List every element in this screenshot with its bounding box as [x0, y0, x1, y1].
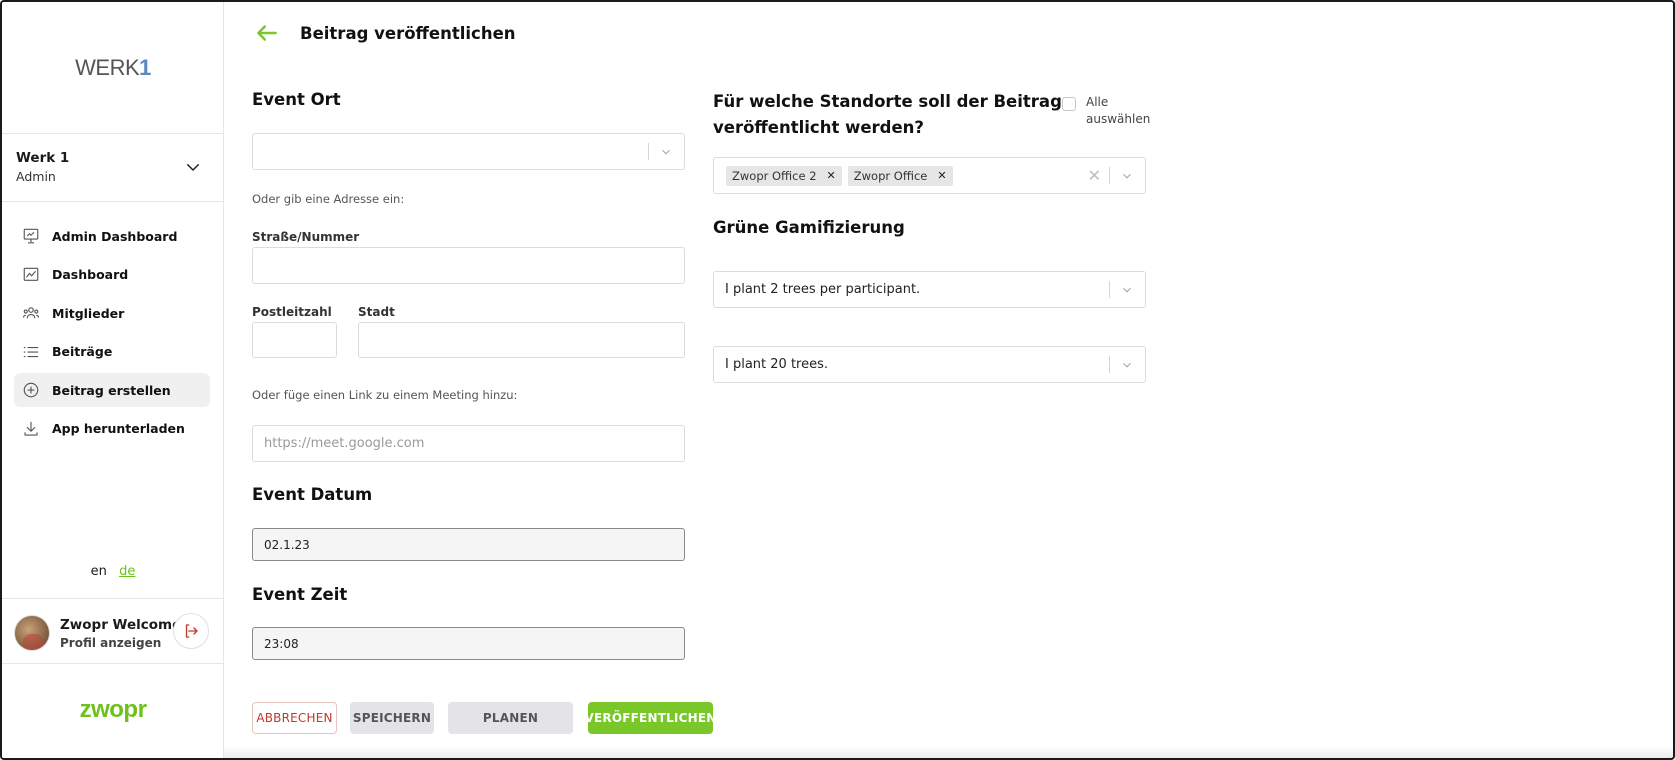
sidebar-item-label: Dashboard — [52, 267, 129, 282]
profile-name: Zwopr Welcome — [60, 617, 182, 633]
street-input[interactable] — [252, 247, 685, 284]
download-icon — [24, 421, 38, 436]
chip-zwopr-office-2: Zwopr Office 2 ✕ — [726, 165, 842, 186]
zip-label: Postleitzahl — [252, 305, 332, 319]
city-input[interactable] — [358, 322, 685, 358]
brand-logo[interactable]: WERK1 — [2, 2, 224, 134]
address-hint: Oder gib eine Adresse ein: — [252, 192, 405, 206]
event-time-input[interactable]: 23:08 — [252, 627, 685, 660]
zip-input[interactable] — [252, 322, 337, 358]
event-date-input[interactable]: 02.1.23 — [252, 528, 685, 561]
org-role: Admin — [16, 169, 56, 184]
app-window: WERK1 Werk 1 Admin Admin Dashboard Dashb… — [0, 0, 1675, 760]
bottom-shadow — [224, 746, 1673, 758]
plus-circle-icon — [23, 382, 39, 398]
chevron-down-icon — [1123, 173, 1131, 179]
org-switcher[interactable]: Werk 1 Admin — [2, 134, 224, 202]
gamification-title: Grüne Gamifizierung — [713, 218, 905, 237]
event-ort-title: Event Ort — [252, 90, 341, 109]
meeting-link-placeholder: https://meet.google.com — [264, 436, 425, 451]
arrow-left-icon[interactable] — [254, 20, 280, 46]
event-time-value: 23:08 — [264, 636, 299, 651]
sidebar-item-app-herunterladen[interactable]: App herunterladen — [14, 412, 210, 446]
list-icon — [23, 346, 39, 357]
logout-button[interactable] — [173, 613, 209, 649]
sidebar: WERK1 Werk 1 Admin Admin Dashboard Dashb… — [2, 2, 224, 758]
select-all-checkbox[interactable] — [1062, 97, 1076, 111]
brand-logo-accent: 1 — [139, 54, 151, 80]
chevron-down-icon — [1123, 362, 1131, 368]
publish-button[interactable]: VERÖFFENTLICHEN — [585, 702, 716, 734]
sidebar-item-beitrag-erstellen[interactable]: Beitrag erstellen — [14, 373, 210, 407]
brand-logo-text: WERK — [75, 54, 140, 80]
sidebar-item-dashboard[interactable]: Dashboard — [14, 258, 210, 292]
sidebar-item-label: App herunterladen — [52, 421, 185, 436]
sidebar-item-admin-dashboard[interactable]: Admin Dashboard — [14, 219, 210, 253]
select-all-label-line1: Alle — [1086, 95, 1109, 109]
chip-remove-icon[interactable]: ✕ — [937, 169, 946, 182]
page-header: Beitrag veröffentlichen — [254, 20, 516, 46]
standorte-multiselect[interactable]: Zwopr Office 2 ✕ Zwopr Office ✕ ✕ — [713, 157, 1146, 194]
sidebar-item-beitraege[interactable]: Beiträge — [14, 335, 210, 369]
lang-de-link[interactable]: de — [119, 564, 135, 579]
select-all-label-line2: auswählen — [1086, 112, 1151, 126]
trees-total-value: I plant 20 trees. — [725, 357, 828, 372]
chip-zwopr-office: Zwopr Office ✕ — [847, 165, 953, 186]
logout-icon — [185, 624, 198, 638]
chevron-down-icon — [662, 149, 670, 155]
chip-remove-icon[interactable]: ✕ — [827, 169, 836, 182]
trees-per-participant-value: I plant 2 trees per participant. — [725, 282, 921, 297]
trees-total-select[interactable]: I plant 20 trees. — [713, 346, 1146, 383]
street-label: Straße/Nummer — [252, 230, 360, 244]
clear-icon[interactable]: ✕ — [1088, 158, 1101, 193]
chart-icon — [23, 267, 39, 281]
profile-card: Zwopr Welcome Profil anzeigen — [2, 598, 224, 664]
select-all-label[interactable]: Alle auswählen — [1086, 94, 1156, 128]
event-datum-title: Event Datum — [252, 485, 373, 504]
sidebar-item-label: Mitglieder — [52, 305, 125, 321]
event-date-value: 02.1.23 — [264, 537, 310, 552]
cancel-button[interactable]: ABBRECHEN — [252, 702, 337, 734]
standorte-title-line1: Für welche Standorte soll der Beitrag — [713, 92, 1062, 111]
sidebar-item-mitglieder[interactable]: Mitglieder — [14, 296, 210, 330]
meeting-link-input[interactable]: https://meet.google.com — [252, 425, 685, 462]
profile-link[interactable]: Profil anzeigen — [60, 636, 161, 650]
language-switcher: en de — [2, 564, 224, 579]
users-icon — [22, 307, 40, 319]
event-ort-select[interactable] — [252, 133, 685, 170]
trees-per-participant-select[interactable]: I plant 2 trees per participant. — [713, 271, 1146, 308]
meeting-link-hint: Oder füge einen Link zu einem Meeting hi… — [252, 388, 518, 402]
sidebar-item-label: Beitrag erstellen — [52, 382, 171, 398]
chip-label: Zwopr Office 2 — [732, 168, 817, 183]
sidebar-item-label: Admin Dashboard — [52, 228, 178, 244]
presentation-icon — [23, 228, 39, 244]
chevron-down-icon — [1123, 287, 1131, 293]
chip-label: Zwopr Office — [853, 168, 928, 183]
chevron-down-icon[interactable] — [184, 158, 202, 176]
sidebar-item-label: Beiträge — [52, 344, 113, 359]
save-button[interactable]: SPEICHERN — [350, 702, 434, 734]
standorte-title-line2: veröffentlicht werden? — [713, 118, 924, 137]
page-title: Beitrag veröffentlichen — [300, 23, 516, 43]
city-label: Stadt — [358, 305, 395, 319]
plan-button[interactable]: PLANEN — [448, 702, 573, 734]
sidebar-nav: Admin Dashboard Dashboard Mitglieder Bei… — [14, 219, 210, 450]
zwopr-logo: zwopr — [79, 696, 147, 723]
avatar[interactable] — [14, 615, 50, 651]
org-name: Werk 1 — [16, 150, 70, 166]
lang-en-link[interactable]: en — [91, 564, 107, 579]
event-zeit-title: Event Zeit — [252, 585, 348, 604]
standorte-title: Für welche Standorte soll der Beitrag ve… — [713, 89, 1062, 141]
